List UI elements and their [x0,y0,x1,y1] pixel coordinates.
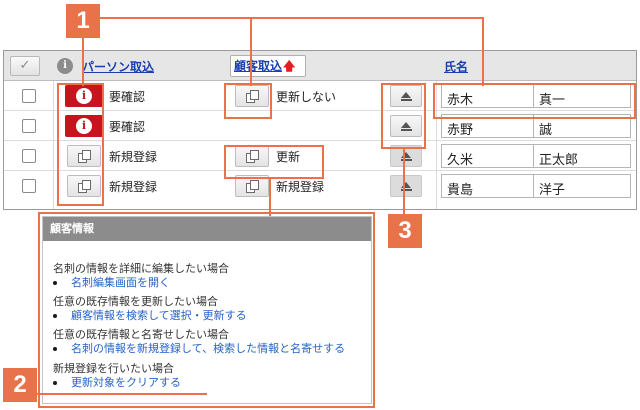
callout-2-badge: 2 [3,368,37,402]
check-all-button[interactable]: ✓ [10,56,40,76]
callout-3-connector [403,149,405,214]
customer-status: 新規登録 [276,180,325,194]
person-status: 新規登録 [109,150,158,164]
row-checkbox[interactable] [22,149,36,163]
callout-2-popup-frame [38,212,375,408]
callout-1-frame [224,83,272,119]
name-field[interactable]: 貴島 洋子 [441,174,631,198]
person-status: 新規登録 [109,180,158,194]
first-name: 洋子 [539,183,566,198]
callout-3-badge: 3 [388,214,422,248]
callout-1-connector [482,17,484,86]
last-name: 貴島 [447,183,474,198]
callout-3-frame [381,83,426,149]
person-status: 要確認 [109,90,146,104]
row-checkbox[interactable] [22,89,36,103]
row-checkbox[interactable] [22,179,36,193]
last-name: 赤野 [447,123,474,138]
last-name: 久米 [447,153,474,168]
info-icon: i [57,58,73,74]
callout-1-frame [57,83,104,206]
callout-1-frame [433,83,636,119]
customer-import-label: 顧客取込 [234,59,283,73]
name-header[interactable]: 氏名 [444,58,468,75]
callout-2-target-frame [224,145,324,179]
person-status: 要確認 [109,120,146,134]
callout-1-badge: 1 [66,4,100,38]
sort-up-icon: 🡅 [283,59,296,73]
customer-status: 更新しない [276,90,337,104]
row-checkbox[interactable] [22,119,36,133]
check-icon: ✓ [19,58,31,73]
first-name: 正太郎 [539,153,579,168]
first-name: 誠 [539,123,553,138]
callout-1-connector [100,17,484,19]
person-import-header[interactable]: パーソン取込 [82,58,154,75]
name-field[interactable]: 久米 正太郎 [441,144,631,168]
name-action-button[interactable] [390,175,422,197]
copy-icon [246,180,259,193]
grid-header: ✓ i パーソン取込 顧客取込🡅 氏名 [4,51,636,81]
callout-2-connector [37,393,207,395]
callout-1-connector [82,38,84,86]
callout-1-connector [250,17,252,86]
callout-2-connector [269,179,271,216]
customer-import-sort-header[interactable]: 顧客取込🡅 [230,55,306,77]
